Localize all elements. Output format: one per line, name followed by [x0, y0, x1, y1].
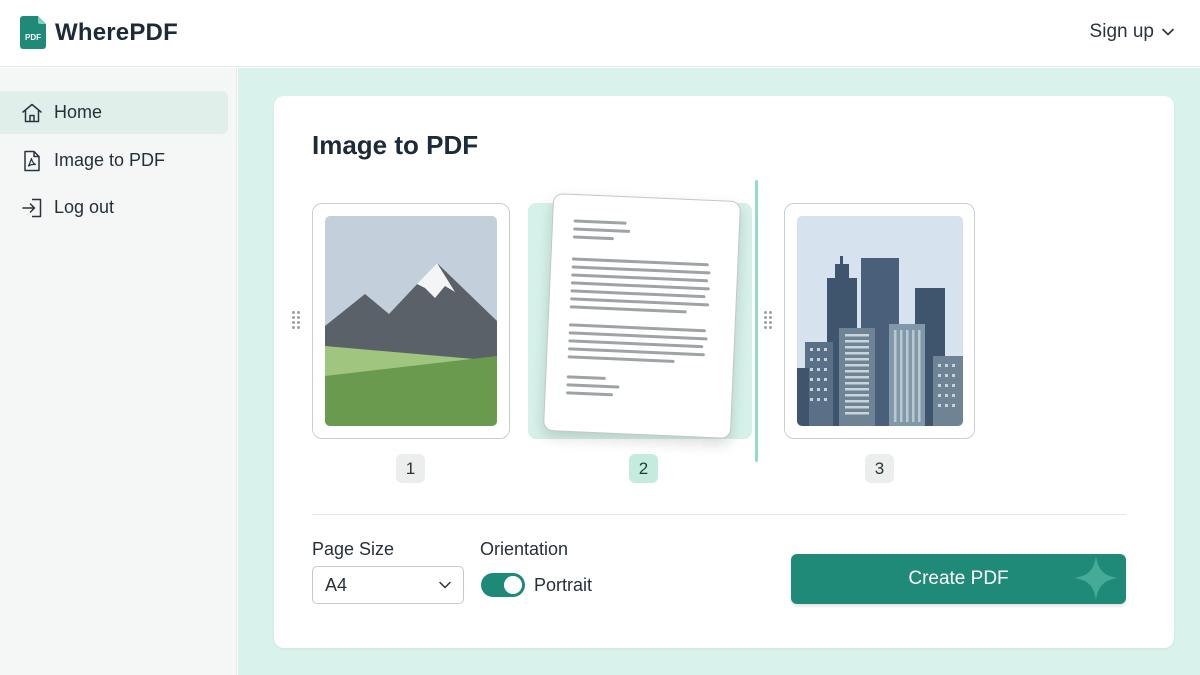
main-area: Image to PDF 1 2 3 Page Size A4 Orientat…	[238, 68, 1200, 675]
pdf-file-icon	[24, 150, 40, 171]
page-thumbnail-1[interactable]	[312, 203, 510, 439]
drag-handle-icon[interactable]	[292, 311, 302, 331]
create-pdf-label: Create PDF	[908, 568, 1009, 589]
city-image	[797, 216, 963, 426]
logout-icon	[22, 198, 42, 217]
pdf-logo-icon: PDF	[20, 16, 46, 49]
create-pdf-button[interactable]: Create PDF	[791, 554, 1126, 604]
sidebar-item-log-out[interactable]: Log out	[0, 186, 228, 229]
landscape-image	[325, 216, 497, 426]
sidebar-item-label: Image to PDF	[54, 150, 166, 170]
home-icon	[22, 103, 42, 122]
page-number-badge: 3	[865, 454, 894, 483]
logo-badge-text: PDF	[25, 33, 41, 42]
insertion-indicator	[755, 180, 758, 462]
chevron-down-icon	[1162, 28, 1174, 36]
divider	[312, 514, 1126, 515]
page-size-label: Page Size	[312, 539, 395, 559]
signup-button[interactable]: Sign up	[1090, 21, 1174, 43]
drag-handle-icon[interactable]	[764, 311, 774, 331]
orientation-label: Orientation	[480, 539, 569, 559]
page-thumbnail-2[interactable]	[542, 193, 742, 439]
sidebar-item-home[interactable]: Home	[0, 91, 228, 134]
sidebar: Home Image to PDF Log out	[0, 68, 237, 675]
orientation-value: Portrait	[534, 575, 593, 595]
sidebar-item-label: Home	[54, 102, 103, 122]
page-number-badge: 2	[629, 454, 658, 483]
chevron-down-icon	[439, 581, 451, 589]
top-bar: PDF WherePDF Sign up	[0, 0, 1200, 67]
page-thumbnail-3[interactable]	[784, 203, 975, 439]
page-title: Image to PDF	[312, 130, 479, 160]
sparkle-icon	[1074, 556, 1118, 600]
signup-label: Sign up	[1089, 21, 1154, 42]
converter-card: Image to PDF 1 2 3 Page Size A4 Orientat…	[274, 96, 1174, 648]
orientation-toggle[interactable]	[481, 573, 525, 597]
app-logo[interactable]: PDF WherePDF	[20, 16, 178, 49]
sidebar-item-image-to-pdf[interactable]: Image to PDF	[0, 139, 228, 182]
app-name: WherePDF	[55, 18, 178, 46]
page-number-badge: 1	[396, 454, 425, 483]
text-document	[566, 219, 711, 397]
page-size-value: A4	[325, 574, 348, 595]
toggle-knob	[504, 576, 522, 594]
page-size-select[interactable]: A4	[312, 566, 464, 604]
sidebar-item-label: Log out	[54, 197, 115, 217]
